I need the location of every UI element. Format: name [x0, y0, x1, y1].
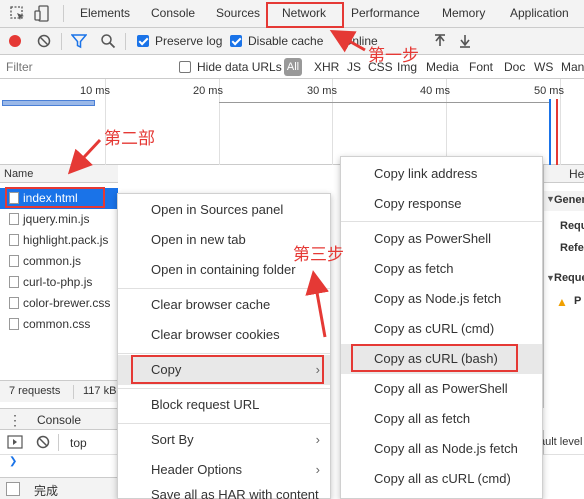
annotation-arrows — [67, 30, 366, 338]
annotation-step-3: 第三步 — [293, 245, 344, 264]
annotation-step-1: 第一步 — [368, 46, 419, 65]
annotation-step-2: 第二部 — [104, 129, 155, 148]
